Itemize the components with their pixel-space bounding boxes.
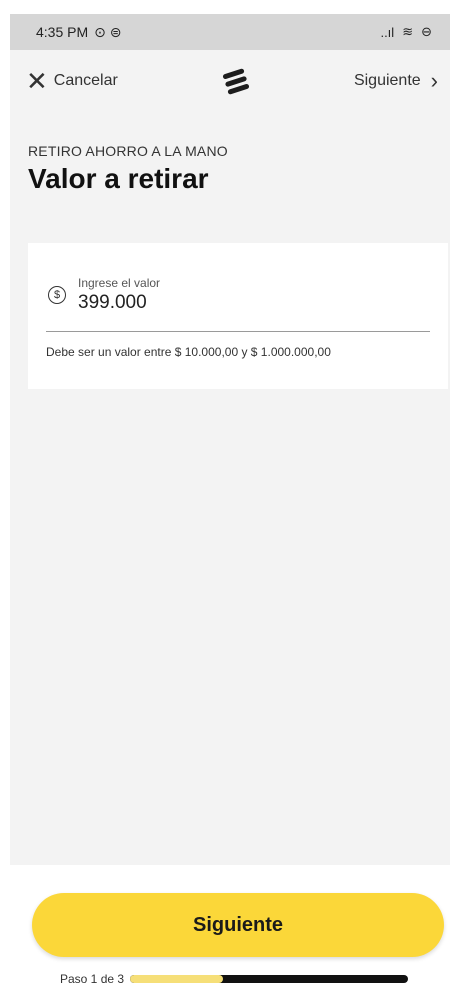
status-right: ..ıl ≋ ⊖ (380, 24, 432, 40)
next-top-button[interactable]: Siguiente › (354, 68, 438, 94)
progress-track (130, 975, 409, 983)
wifi-icon: ≋ (402, 24, 414, 39)
amount-field-label: Ingrese el valor (78, 276, 161, 290)
status-bar: 4:35 PM ⊙ ⊜ ..ıl ≋ ⊖ (10, 14, 450, 50)
battery-icon: ⊖ (421, 24, 432, 39)
amount-field-underline (46, 331, 430, 332)
amount-card: $ Ingrese el valor Debe ser un valor ent… (28, 243, 448, 389)
top-navigation: ✕ Cancelar Siguiente › (10, 50, 450, 112)
status-left: 4:35 PM ⊙ ⊜ (36, 24, 122, 41)
chevron-right-icon: › (430, 68, 438, 93)
status-notification-icons: ⊙ ⊜ (94, 23, 122, 40)
page-title: Valor a retirar (28, 163, 209, 194)
amount-field-texts: Ingrese el valor (78, 276, 378, 314)
page-subtitle: RETIRO AHORRO A LA MANO (28, 143, 228, 159)
dollar-icon: $ (48, 286, 66, 304)
cancel-label: Cancelar (53, 72, 118, 89)
step-label: Paso 1 de 3 (60, 972, 125, 986)
status-time: 4:35 PM (36, 24, 89, 40)
phone-screen: 4:35 PM ⊙ ⊜ ..ıl ≋ ⊖ ✕ Cancelar Siguient… (0, 0, 462, 1000)
amount-hint: Debe ser un valor entre $ 10.000,00 y $ … (46, 345, 331, 359)
progress-fill (130, 975, 223, 983)
next-top-label: Siguiente (353, 72, 421, 89)
cancel-button[interactable]: ✕ Cancelar (26, 68, 118, 94)
bottom-panel: Siguiente Paso 1 de 3 (0, 865, 462, 1000)
step-progress: Paso 1 de 3 (60, 972, 409, 986)
amount-input[interactable] (78, 292, 378, 314)
close-icon: ✕ (26, 66, 48, 96)
signal-icon: ..ıl (380, 24, 395, 40)
amount-field-row: $ Ingrese el valor (48, 276, 378, 314)
main-screen: ✕ Cancelar Siguiente › RETIRO AHORRO A L… (10, 50, 450, 865)
next-button[interactable]: Siguiente (32, 893, 444, 957)
bank-logo-icon (222, 67, 250, 95)
